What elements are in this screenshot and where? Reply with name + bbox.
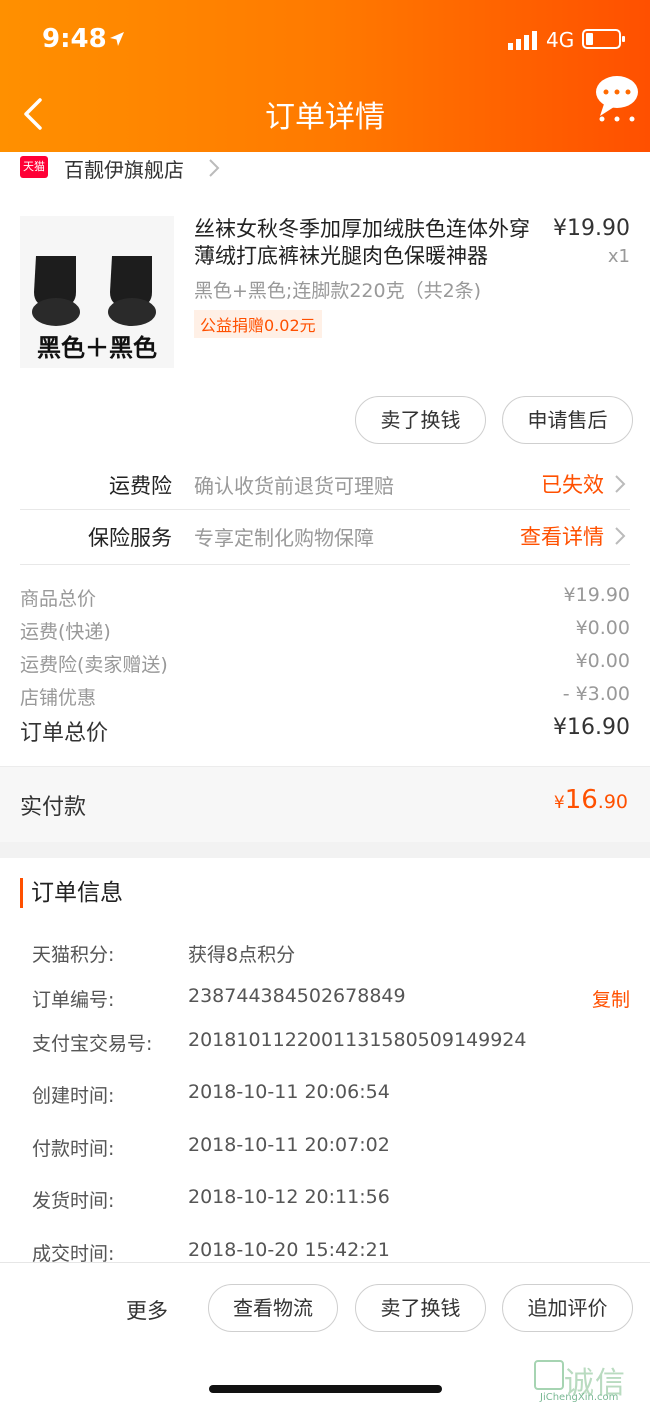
watermark-url: JiChengXin.com — [540, 1392, 619, 1403]
summary-line: 商品总价 ¥19.90 — [20, 584, 630, 614]
info-label: 创建时间: — [32, 1085, 115, 1107]
summary-line: 运费险(卖家赠送) ¥0.00 — [20, 650, 630, 680]
info-label: 订单编号: — [32, 989, 115, 1011]
battery-icon — [582, 29, 625, 49]
summary-line: 运费(快递) ¥0.00 — [20, 617, 630, 647]
watermark-logo-icon — [534, 1360, 564, 1390]
sell-button[interactable]: 卖了换钱 — [355, 1284, 486, 1332]
product-quantity: x1 — [607, 246, 630, 267]
order-info-heading: 订单信息 — [20, 878, 123, 908]
paid-amount-row: 实付款 ¥16.90 — [0, 766, 650, 842]
more-button[interactable]: 更多 — [126, 1295, 168, 1325]
paid-currency: ¥ — [553, 793, 565, 813]
product-title[interactable]: 丝袜女秋冬季加厚加绒肤色连体外穿薄绒打底裤袜光腿肉色保暖神器 — [194, 216, 544, 270]
sell-button[interactable]: 卖了换钱 — [355, 396, 486, 444]
section-gap — [0, 842, 650, 858]
summary-value: ¥0.00 — [575, 617, 630, 639]
shop-row[interactable]: 天猫 百靓伊旗舰店 — [0, 152, 650, 184]
summary-label: 商品总价 — [20, 588, 97, 610]
product-price: ¥19.90 — [553, 216, 630, 241]
order-total: 订单总价 ¥16.90 — [20, 715, 630, 749]
product-sku: 黑色+黑色;连脚款220克（共2条) — [194, 280, 482, 302]
home-indicator — [209, 1385, 442, 1393]
after-sale-button[interactable]: 申请售后 — [502, 396, 633, 444]
order-info-row: 发货时间: 2018-10-12 20:11:56 — [32, 1186, 630, 1216]
more-bubble-icon[interactable] — [594, 74, 640, 124]
charity-badge: 公益捐赠0.02元 — [194, 310, 322, 338]
order-total-value: ¥16.90 — [553, 715, 630, 740]
info-value: 2018-10-12 20:11:56 — [188, 1186, 390, 1208]
insurance-service-row[interactable]: 保险服务 专享定制化购物保障 查看详情 — [20, 510, 630, 562]
product-image-caption: 黑色＋黑色 — [37, 333, 157, 362]
paid-value: ¥16.90 — [554, 785, 628, 815]
service-label: 保险服务 — [88, 526, 172, 550]
add-review-button[interactable]: 追加评价 — [502, 1284, 633, 1332]
summary-value: ¥0.00 — [575, 650, 630, 672]
info-value: 2018-10-20 15:42:21 — [188, 1239, 390, 1261]
order-info-row: 支付宝交易号: 2018101122001131580509149924 — [32, 1029, 630, 1059]
status-time: 9:48 — [42, 24, 107, 54]
network-type: 4G — [546, 28, 575, 52]
service-label: 运费险 — [109, 474, 172, 498]
summary-label: 运费险(卖家赠送) — [20, 654, 168, 676]
info-value: 获得8点积分 — [188, 944, 296, 966]
info-value: 2018-10-11 20:06:54 — [188, 1081, 390, 1103]
order-info-row: 订单编号: 238744384502678849 复制 — [32, 985, 630, 1015]
service-desc: 专享定制化购物保障 — [194, 526, 374, 550]
paid-decimal: .90 — [597, 791, 628, 813]
product-image[interactable]: 黑色＋黑色 — [20, 216, 174, 368]
info-value: 2018-10-11 20:07:02 — [188, 1134, 390, 1156]
service-status: 查看详情 — [520, 525, 604, 549]
info-label: 付款时间: — [32, 1138, 115, 1160]
service-status: 已失效 — [541, 473, 604, 497]
order-info-row: 付款时间: 2018-10-11 20:07:02 — [32, 1134, 630, 1164]
view-logistics-button[interactable]: 查看物流 — [208, 1284, 338, 1332]
order-total-label: 订单总价 — [20, 721, 109, 746]
summary-line: 店铺优惠 - ¥3.00 — [20, 683, 630, 713]
tmall-icon: 天猫 — [20, 156, 48, 178]
shop-name[interactable]: 百靓伊旗舰店 — [64, 154, 184, 183]
info-label: 天猫积分: — [32, 944, 115, 966]
info-label: 支付宝交易号: — [32, 1033, 153, 1055]
chevron-right-icon — [615, 475, 626, 493]
summary-value: - ¥3.00 — [562, 683, 630, 705]
summary-label: 运费(快递) — [20, 621, 111, 643]
paid-label: 实付款 — [20, 795, 87, 820]
copy-order-number-button[interactable]: 复制 — [592, 985, 630, 1012]
info-label: 发货时间: — [32, 1190, 115, 1212]
signal-icon — [508, 31, 537, 50]
page-title: 订单详情 — [265, 100, 385, 135]
chevron-right-icon — [615, 527, 626, 545]
paid-integer: 16 — [564, 785, 598, 815]
order-info-row: 创建时间: 2018-10-11 20:06:54 — [32, 1081, 630, 1111]
service-desc: 确认收货前退货可理赔 — [194, 474, 394, 498]
summary-value: ¥19.90 — [563, 584, 630, 606]
chevron-right-icon — [209, 159, 220, 177]
summary-label: 店铺优惠 — [20, 687, 97, 709]
order-info-row: 天猫积分: 获得8点积分 — [32, 940, 630, 970]
info-value: 2018101122001131580509149924 — [188, 1029, 527, 1051]
shipping-insurance-row[interactable]: 运费险 确认收货前退货可理赔 已失效 — [20, 458, 630, 510]
info-value: 238744384502678849 — [188, 985, 406, 1007]
divider — [20, 564, 630, 565]
location-arrow-icon — [110, 32, 124, 46]
app-header: 9:48 4G 订单详情 — [0, 0, 650, 152]
